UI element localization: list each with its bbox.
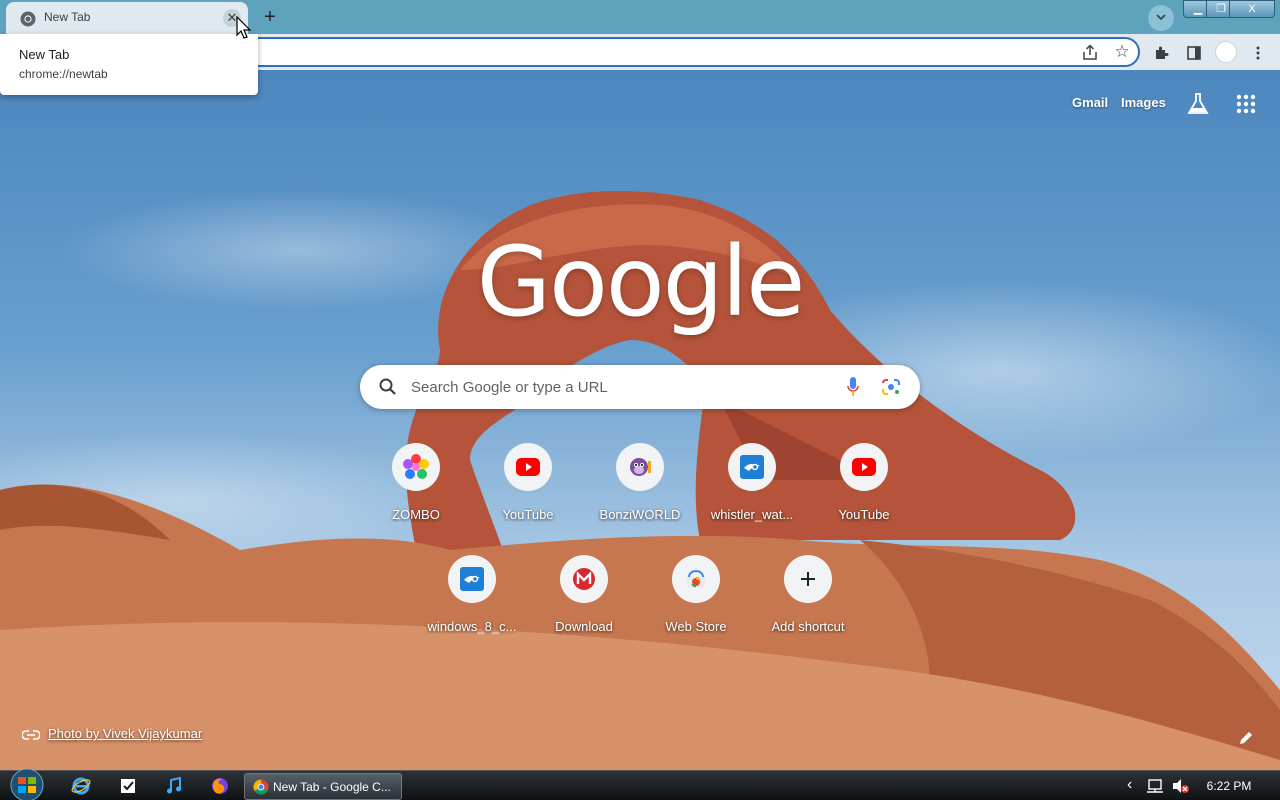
shortcut-zombo[interactable]: ZOMBO [360, 440, 472, 540]
internet-explorer-icon[interactable] [71, 776, 91, 796]
chrome-icon [253, 779, 269, 795]
shortcut-download[interactable]: Download [528, 552, 640, 652]
volume-muted-icon[interactable] [1172, 778, 1190, 794]
shortcut-label: Web Store [665, 619, 727, 634]
show-hidden-icons-button[interactable]: ‹ [1127, 776, 1132, 794]
youtube-icon [504, 443, 552, 491]
chevron-down-icon [1156, 14, 1166, 21]
shortcut-label: YouTube [502, 507, 554, 522]
shortcut-label: YouTube [838, 507, 890, 522]
microphone-icon[interactable] [846, 376, 860, 398]
webstore-icon [672, 555, 720, 603]
bonzi-icon [616, 443, 664, 491]
tab-title: New Tab [44, 10, 91, 24]
shortcut-label: Add shortcut [771, 619, 845, 634]
gmail-link[interactable]: Gmail [1072, 95, 1108, 110]
shortcut-youtube[interactable]: YouTube [472, 440, 584, 540]
search-input[interactable]: Search Google or type a URL [411, 379, 608, 396]
new-tab-button[interactable]: + [257, 5, 283, 31]
link-icon [21, 729, 41, 740]
profile-avatar[interactable] [1215, 41, 1237, 63]
images-link[interactable]: Images [1121, 95, 1166, 110]
tab-search-button[interactable] [1148, 5, 1174, 31]
search-icon [379, 378, 396, 395]
extensions-puzzle-icon[interactable] [1151, 42, 1173, 64]
shortcut-windows8[interactable]: windows_8_c... [416, 552, 528, 652]
shortcut-web-store[interactable]: Web Store [640, 552, 752, 652]
menu-kebab-icon[interactable] [1247, 42, 1269, 64]
background-photo [0, 190, 1280, 770]
side-panel-icon[interactable] [1183, 42, 1205, 64]
close-window-button[interactable]: X [1229, 0, 1275, 18]
labs-flask-icon[interactable] [1186, 92, 1210, 116]
firefox-icon[interactable] [210, 776, 230, 796]
shortcut-label: Download [555, 619, 613, 634]
mega-icon [560, 555, 608, 603]
shortcut-youtube-2[interactable]: YouTube [808, 440, 920, 540]
shortcut-label: ZOMBO [392, 507, 440, 522]
photo-credit-text: Photo by Vivek Vijaykumar [48, 726, 203, 741]
photo-credit-link[interactable]: Photo by Vivek Vijaykumar [21, 726, 203, 741]
site-icon [448, 555, 496, 603]
zombo-flower-icon [392, 443, 440, 491]
google-apps-icon[interactable] [1236, 94, 1256, 114]
new-tab-page: Gmail Images Google Search Google or typ… [0, 70, 1280, 770]
bookmark-star-icon[interactable]: ☆ [1112, 42, 1132, 62]
shortcut-label: windows_8_c... [427, 619, 517, 634]
shortcut-whistler[interactable]: whistler_wat... [696, 440, 808, 540]
taskbar-task-label: New Tab - Google C... [273, 780, 391, 794]
tab-new-tab[interactable]: New Tab ✕ [6, 2, 248, 34]
start-orb-icon[interactable] [7, 768, 47, 800]
mouse-cursor-icon [236, 16, 252, 39]
shortcut-label: whistler_wat... [710, 507, 794, 522]
shortcut-label: BonziWORLD [599, 507, 681, 522]
address-bar[interactable] [240, 37, 1140, 67]
youtube-icon [840, 443, 888, 491]
system-clock[interactable]: 6:22 PM [1196, 779, 1262, 793]
google-logo: Google [476, 226, 806, 338]
google-lens-icon[interactable] [880, 377, 902, 397]
hover-card-url: chrome://newtab [19, 67, 108, 81]
checkbox-app-icon[interactable] [118, 776, 138, 796]
windows-taskbar: New Tab - Google C... ‹ 6:22 PM [0, 768, 1280, 800]
chrome-icon [20, 11, 36, 27]
add-shortcut-button[interactable]: Add shortcut [752, 552, 864, 652]
customize-pencil-icon[interactable] [1238, 730, 1254, 746]
search-box[interactable]: Search Google or type a URL [360, 365, 920, 409]
taskbar-chrome-window[interactable]: New Tab - Google C... [244, 773, 402, 800]
share-icon[interactable] [1080, 43, 1100, 63]
hover-card-title: New Tab [19, 47, 70, 62]
network-icon[interactable] [1146, 778, 1164, 794]
tab-strip: New Tab ✕ + ▁ ❐ X [0, 0, 1280, 34]
music-player-icon[interactable] [164, 776, 184, 796]
shortcut-bonziworld[interactable]: BonziWORLD [584, 440, 696, 540]
tab-hover-card: New Tab chrome://newtab [0, 34, 258, 95]
plus-icon [784, 555, 832, 603]
site-icon [728, 443, 776, 491]
